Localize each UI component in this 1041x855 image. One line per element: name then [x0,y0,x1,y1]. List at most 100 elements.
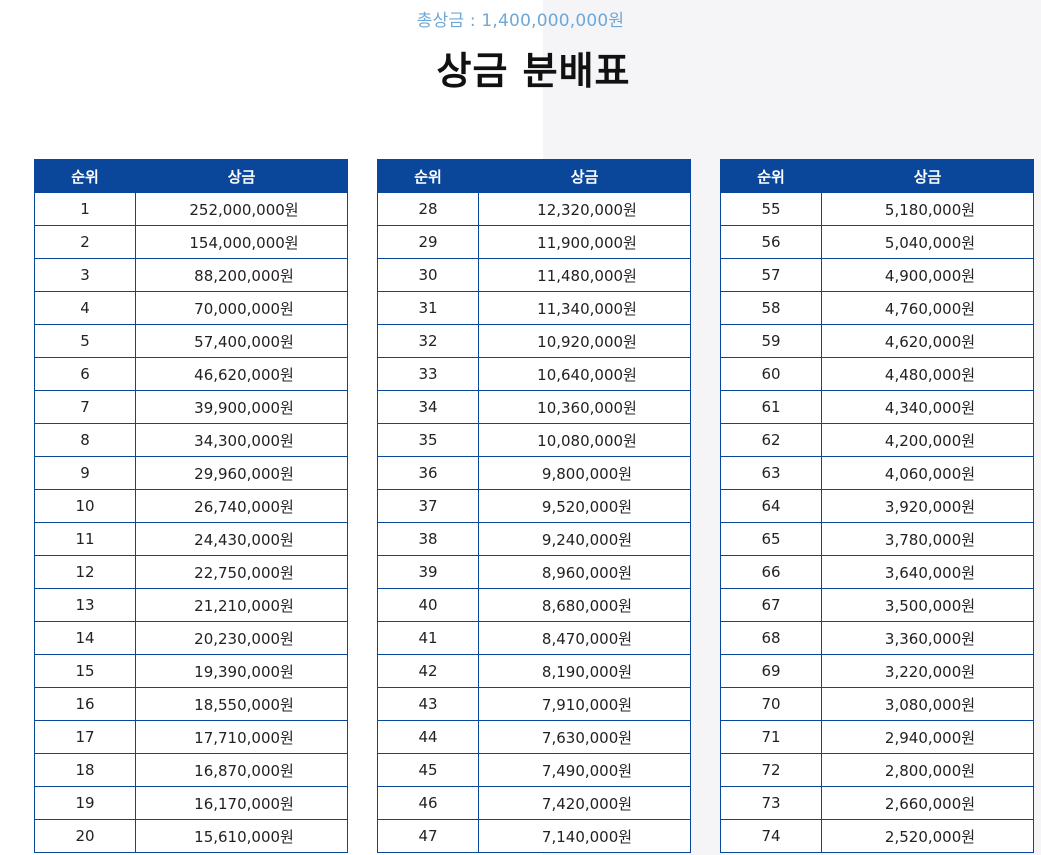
rank-cell: 3 [34,258,136,292]
prize-cell: 4,480,000원 [821,357,1034,391]
prize-cell: 8,470,000원 [478,621,691,655]
table-row: 60 4,480,000원 [720,357,1034,391]
prize-cell: 19,390,000원 [135,654,348,688]
table-row: 56 5,040,000원 [720,225,1034,259]
rank-cell: 5 [34,324,136,358]
prize-table-body: 28 12,320,000원 29 11,900,000원 30 11,480,000원 3… [377,192,691,853]
table-row: 71 2,940,000원 [720,720,1034,754]
prize-cell: 57,400,000원 [135,324,348,358]
rank-cell: 12 [34,555,136,589]
table-row: 13 21,210,000원 [34,588,348,622]
table-row: 40 8,680,000원 [377,588,691,622]
rank-cell: 28 [377,192,479,226]
prize-cell: 7,630,000원 [478,720,691,754]
prize-cell: 4,760,000원 [821,291,1034,325]
rank-cell: 65 [720,522,822,556]
rank-cell: 18 [34,753,136,787]
prize-cell: 15,610,000원 [135,819,348,853]
rank-cell: 1 [34,192,136,226]
rank-cell: 20 [34,819,136,853]
rank-cell: 29 [377,225,479,259]
prize-cell: 39,900,000원 [135,390,348,424]
table-row: 72 2,800,000원 [720,753,1034,787]
prize-cell: 10,080,000원 [478,423,691,457]
prize-cell: 11,340,000원 [478,291,691,325]
prize-cell: 10,640,000원 [478,357,691,391]
rank-cell: 41 [377,621,479,655]
rank-cell: 70 [720,687,822,721]
table-row: 16 18,550,000원 [34,687,348,721]
prize-cell: 3,360,000원 [821,621,1034,655]
rank-cell: 46 [377,786,479,820]
prize-column-header: 상금 [478,159,691,193]
rank-cell: 36 [377,456,479,490]
prize-cell: 10,920,000원 [478,324,691,358]
prize-cell: 3,220,000원 [821,654,1034,688]
table-row: 63 4,060,000원 [720,456,1034,490]
rank-cell: 59 [720,324,822,358]
prize-cell: 70,000,000원 [135,291,348,325]
rank-cell: 17 [34,720,136,754]
rank-cell: 7 [34,390,136,424]
rank-cell: 69 [720,654,822,688]
table-row: 61 4,340,000원 [720,390,1034,424]
prize-cell: 4,900,000원 [821,258,1034,292]
prize-cell: 26,740,000원 [135,489,348,523]
rank-cell: 19 [34,786,136,820]
table-row: 46 7,420,000원 [377,786,691,820]
prize-cell: 4,620,000원 [821,324,1034,358]
prize-cell: 16,170,000원 [135,786,348,820]
prize-cell: 46,620,000원 [135,357,348,391]
table-header-row: 순위 상금 [720,159,1034,193]
rank-cell: 11 [34,522,136,556]
prize-cell: 11,480,000원 [478,258,691,292]
table-row: 33 10,640,000원 [377,357,691,391]
rank-cell: 31 [377,291,479,325]
prize-cell: 7,910,000원 [478,687,691,721]
rank-cell: 30 [377,258,479,292]
rank-cell: 57 [720,258,822,292]
table-row: 47 7,140,000원 [377,819,691,853]
rank-cell: 14 [34,621,136,655]
rank-cell: 61 [720,390,822,424]
rank-cell: 2 [34,225,136,259]
rank-cell: 10 [34,489,136,523]
prize-cell: 252,000,000원 [135,192,348,226]
rank-cell: 8 [34,423,136,457]
table-row: 45 7,490,000원 [377,753,691,787]
table-row: 68 3,360,000원 [720,621,1034,655]
table-header-row: 순위 상금 [377,159,691,193]
prize-cell: 29,960,000원 [135,456,348,490]
table-row: 30 11,480,000원 [377,258,691,292]
prize-column-header: 상금 [135,159,348,193]
prize-table-3: 순위 상금 55 5,180,000원 56 5,040,000원 57 4,900,00… [720,159,1034,853]
prize-cell: 22,750,000원 [135,555,348,589]
table-row: 62 4,200,000원 [720,423,1034,457]
prize-table-body: 55 5,180,000원 56 5,040,000원 57 4,900,000원 58 4,… [720,192,1034,853]
table-header-row: 순위 상금 [34,159,348,193]
prize-cell: 154,000,000원 [135,225,348,259]
prize-cell: 9,240,000원 [478,522,691,556]
table-row: 42 8,190,000원 [377,654,691,688]
table-row: 20 15,610,000원 [34,819,348,853]
rank-cell: 43 [377,687,479,721]
table-row: 37 9,520,000원 [377,489,691,523]
table-row: 34 10,360,000원 [377,390,691,424]
table-row: 73 2,660,000원 [720,786,1034,820]
prize-cell: 8,960,000원 [478,555,691,589]
total-prize-label: 총상금 : 1,400,000,000원 [416,11,625,31]
table-row: 17 17,710,000원 [34,720,348,754]
rank-cell: 32 [377,324,479,358]
table-row: 29 11,900,000원 [377,225,691,259]
table-row: 65 3,780,000원 [720,522,1034,556]
prize-cell: 3,780,000원 [821,522,1034,556]
table-row: 38 9,240,000원 [377,522,691,556]
rank-cell: 63 [720,456,822,490]
rank-cell: 62 [720,423,822,457]
rank-cell: 73 [720,786,822,820]
rank-cell: 56 [720,225,822,259]
prize-cell: 20,230,000원 [135,621,348,655]
table-row: 64 3,920,000원 [720,489,1034,523]
rank-cell: 35 [377,423,479,457]
prize-cell: 9,800,000원 [478,456,691,490]
